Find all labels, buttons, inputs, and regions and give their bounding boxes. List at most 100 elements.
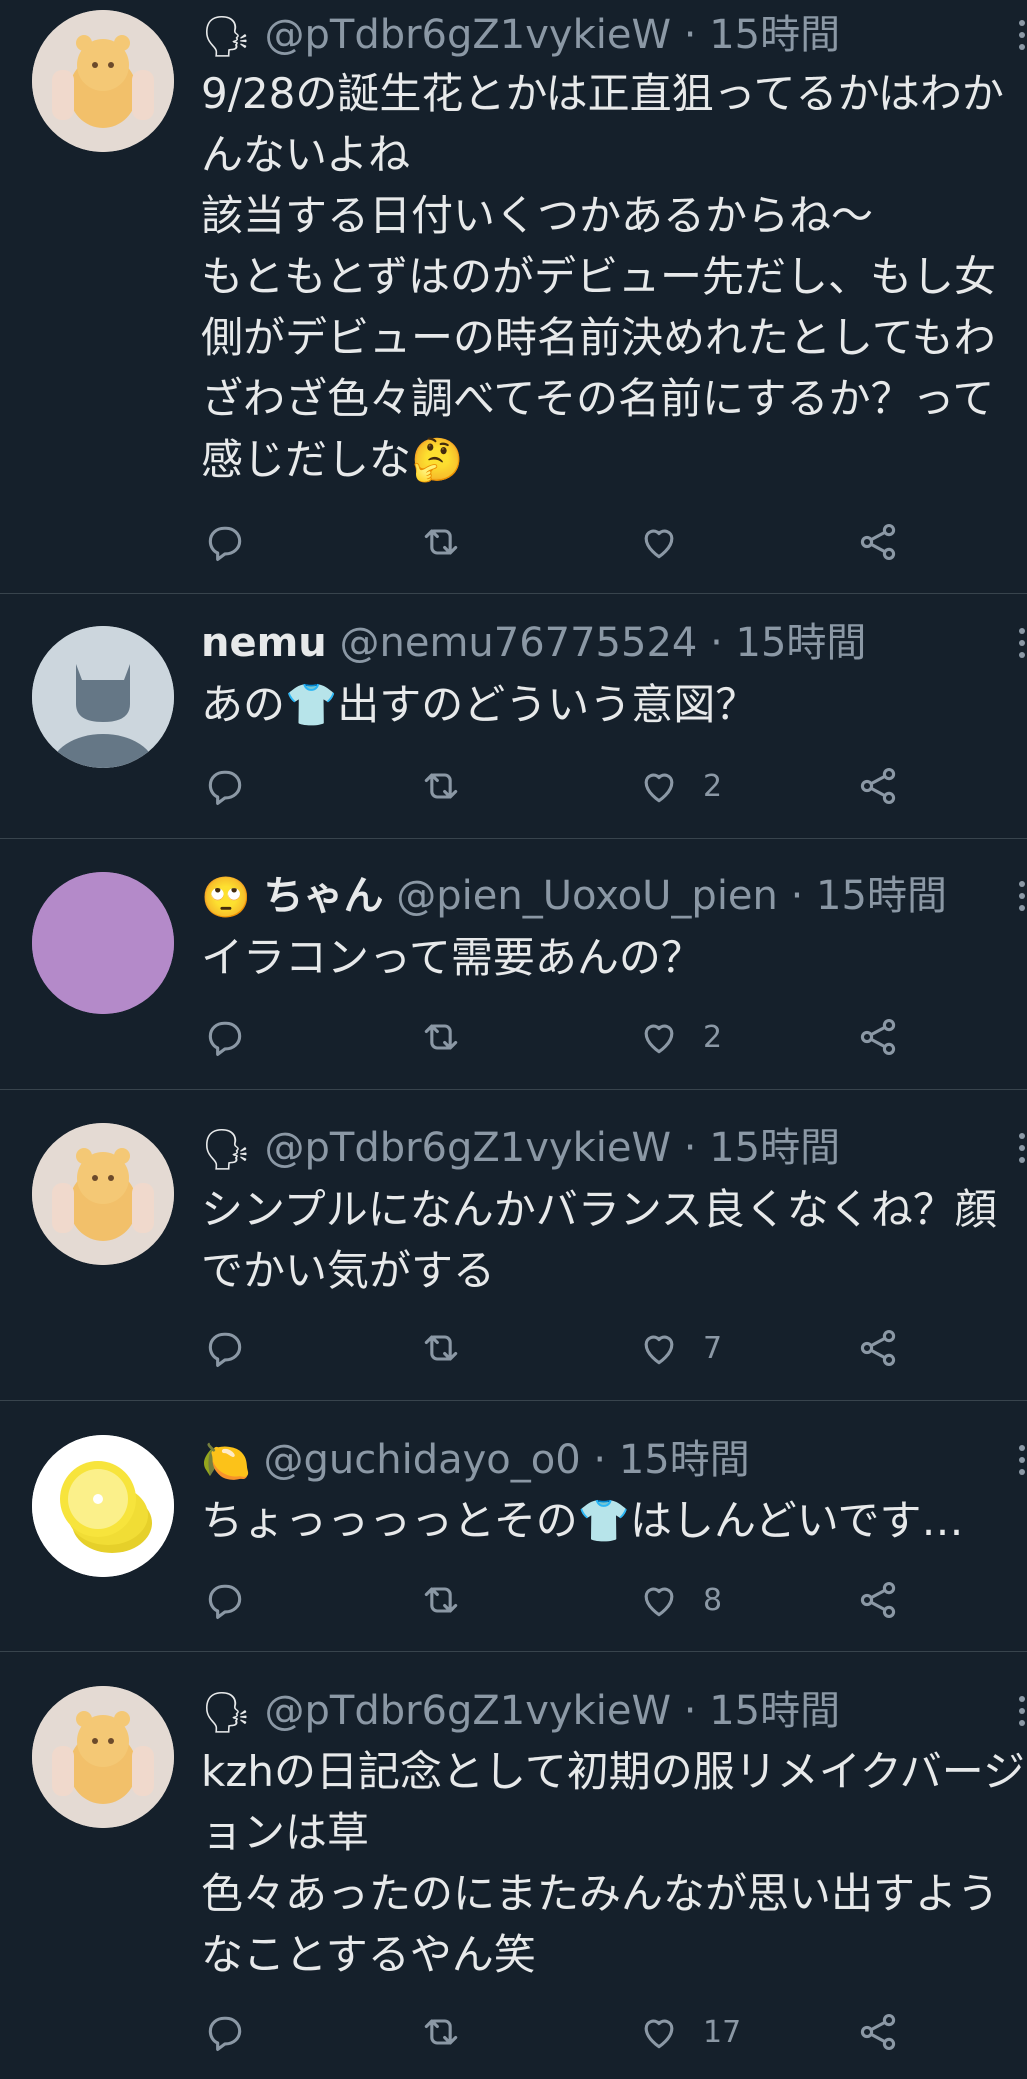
share-button[interactable] [856, 2007, 900, 2057]
reply-icon [203, 764, 247, 808]
reply-icon [203, 1015, 247, 1059]
reply-button[interactable] [203, 517, 269, 567]
share-button[interactable] [856, 1323, 900, 1373]
name-emoji: 🍋 [201, 1439, 251, 1485]
more-icon[interactable] [1019, 1133, 1027, 1169]
name-emoji: 🗣 [201, 14, 252, 60]
tweet-text: あの👕出すのどういう意図？ [201, 680, 758, 729]
tweet-actions: 2 [201, 1012, 921, 1062]
timestamp[interactable]: 15時間 [709, 1125, 840, 1171]
tweet-actions: 2 [201, 761, 921, 811]
tweet-actions: 17 [201, 2007, 921, 2057]
share-icon [856, 1015, 900, 1059]
retweet-button[interactable] [419, 1575, 485, 1625]
separator-dot: · [683, 1125, 697, 1171]
tweet-header: 🗣 @pTdbr6gZ1vykieW · 15時間 [201, 1123, 1027, 1173]
avatar[interactable] [32, 1686, 174, 1828]
avatar[interactable] [32, 1435, 174, 1577]
like-icon [637, 1578, 681, 1622]
more-icon[interactable] [1019, 1445, 1027, 1481]
orange-cat-plush-icon [32, 1686, 174, 1828]
like-count: 7 [703, 1330, 723, 1366]
avatar[interactable] [32, 626, 174, 768]
share-icon [856, 2010, 900, 2054]
retweet-button[interactable] [419, 2007, 485, 2057]
separator-dot: · [593, 1437, 607, 1483]
reply-button[interactable] [203, 1323, 269, 1373]
retweet-button[interactable] [419, 1012, 485, 1062]
like-button[interactable]: 17 [637, 2007, 741, 2057]
like-icon [637, 2010, 681, 2054]
lemon-slices-icon [32, 1435, 174, 1577]
like-count: 2 [703, 1019, 723, 1055]
share-button[interactable] [856, 1575, 900, 1625]
orange-cat-plush-icon [32, 1123, 174, 1265]
tweet-header: 🍋 @guchidayo_o0 · 15時間 [201, 1435, 1027, 1485]
tweet-text: イラコンって需要あんの？ [201, 933, 703, 982]
name-emoji: 🙄 [201, 875, 251, 921]
timestamp[interactable]: 15時間 [709, 1688, 840, 1734]
like-count: 2 [703, 768, 723, 804]
tweet-actions [201, 517, 921, 567]
share-icon [856, 520, 900, 564]
timestamp[interactable]: 15時間 [709, 12, 840, 58]
like-button[interactable]: 8 [637, 1575, 722, 1625]
reply-icon [203, 1326, 247, 1370]
like-count: 17 [703, 2014, 742, 2050]
reply-button[interactable] [203, 1012, 269, 1062]
default-cat-silhouette-icon [32, 626, 174, 768]
tweet-header: 🗣 @pTdbr6gZ1vykieW · 15時間 [201, 1686, 1027, 1736]
timestamp[interactable]: 15時間 [816, 873, 947, 919]
separator-dot: · [710, 620, 723, 666]
share-button[interactable] [856, 517, 900, 567]
tweet[interactable]: 🍋 @guchidayo_o0 · 15時間 ちょっっっっとその👕はしんどいです… [0, 1401, 1027, 1652]
more-icon[interactable] [1019, 1696, 1027, 1732]
reply-button[interactable] [203, 761, 269, 811]
user-handle[interactable]: @nemu76775524 [339, 620, 697, 666]
user-handle[interactable]: @pien_UoxoU_pien [396, 873, 778, 919]
tweet-header: 🗣 @pTdbr6gZ1vykieW · 15時間 [201, 10, 1027, 60]
like-button[interactable]: 2 [637, 761, 722, 811]
more-icon[interactable] [1019, 628, 1027, 664]
avatar[interactable] [32, 1123, 174, 1265]
tweet[interactable]: 🗣 @pTdbr6gZ1vykieW · 15時間 kzhの日記念として初期の服… [0, 1652, 1027, 2079]
tweet-text: シンプルになんかバランス良くなくね？顔でかい気がする [201, 1185, 997, 1295]
timestamp[interactable]: 15時間 [619, 1437, 750, 1483]
reply-icon [203, 1578, 247, 1622]
avatar[interactable] [32, 872, 174, 1014]
user-handle[interactable]: @pTdbr6gZ1vykieW [265, 1688, 672, 1734]
retweet-button[interactable] [419, 517, 485, 567]
tweet-header: nemu @nemu76775524 · 15時間 [201, 618, 1027, 668]
reply-button[interactable] [203, 1575, 269, 1625]
reply-icon [203, 2010, 247, 2054]
more-icon[interactable] [1019, 20, 1027, 56]
orange-cat-plush-icon [32, 10, 174, 152]
more-icon[interactable] [1019, 881, 1027, 917]
tweet[interactable]: 🙄 ちゃん @pien_UoxoU_pien · 15時間 イラコンって需要あん… [0, 839, 1027, 1090]
like-button[interactable] [637, 517, 703, 567]
reply-button[interactable] [203, 2007, 269, 2057]
retweet-button[interactable] [419, 761, 485, 811]
like-button[interactable]: 7 [637, 1323, 722, 1373]
like-icon [637, 764, 681, 808]
share-button[interactable] [856, 761, 900, 811]
share-button[interactable] [856, 1012, 900, 1062]
display-name[interactable]: ちゃん [264, 873, 384, 919]
retweet-button[interactable] [419, 1323, 485, 1373]
like-button[interactable]: 2 [637, 1012, 722, 1062]
timestamp[interactable]: 15時間 [736, 620, 867, 666]
tweet[interactable]: 🗣 @pTdbr6gZ1vykieW · 15時間 9/28の誕生花とかは正直狙… [0, 0, 1027, 594]
user-handle[interactable]: @pTdbr6gZ1vykieW [265, 12, 672, 58]
avatar[interactable] [32, 10, 174, 152]
user-handle[interactable]: @pTdbr6gZ1vykieW [265, 1125, 672, 1171]
tweet-text: kzhの日記念として初期の服リメイクバージョンは草 色々あったのにまたみんなが思… [201, 1747, 1025, 1979]
tweet-actions: 8 [201, 1575, 921, 1625]
share-icon [856, 764, 900, 808]
user-handle[interactable]: @guchidayo_o0 [264, 1437, 581, 1483]
like-icon [637, 1326, 681, 1370]
reply-icon [203, 520, 247, 564]
tweet[interactable]: 🗣 @pTdbr6gZ1vykieW · 15時間 シンプルになんかバランス良く… [0, 1090, 1027, 1401]
display-name[interactable]: nemu [201, 620, 327, 666]
like-icon [637, 520, 681, 564]
tweet[interactable]: nemu @nemu76775524 · 15時間 あの👕出すのどういう意図？ … [0, 594, 1027, 839]
